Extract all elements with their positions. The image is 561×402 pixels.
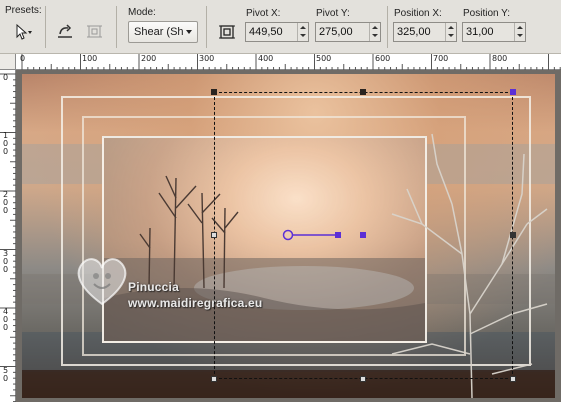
corner-handle-bottom-left[interactable] [211, 376, 217, 382]
horizontal-ruler[interactable]: 0 100 200 300 400 500 600 700 800 [16, 54, 561, 70]
ruler-label: 4 0 0 [3, 307, 9, 332]
center-handle-icon [360, 232, 366, 238]
position-x-stepper[interactable] [445, 23, 456, 41]
position-y-input[interactable] [463, 23, 513, 41]
ruler-label: 3 0 0 [3, 249, 9, 274]
ruler-label: 0 [20, 54, 26, 63]
toolbar-separator [45, 6, 46, 48]
position-y-label: Position Y: [463, 8, 511, 19]
apply-icon [87, 25, 102, 38]
ruler-label: 0 [3, 73, 9, 82]
corner-handle-bottom-right[interactable] [510, 376, 516, 382]
pivot-x-input[interactable] [246, 23, 296, 41]
position-x-input[interactable] [394, 23, 444, 41]
pivot-button[interactable] [214, 20, 240, 44]
corner-handle-top-right[interactable] [510, 89, 516, 95]
ruler-corner [0, 54, 16, 70]
toolbar-separator [387, 6, 388, 48]
edge-handle-left[interactable] [211, 232, 217, 238]
presets-dropdown[interactable] [10, 20, 36, 44]
rotation-knob-icon [335, 232, 341, 238]
presets-label: Presets: [5, 5, 42, 16]
pivot-point-icon [282, 229, 294, 241]
edge-handle-bottom[interactable] [360, 376, 366, 382]
ruler-label: 400 [258, 54, 274, 63]
position-y-stepper[interactable] [514, 23, 525, 41]
ruler-label: 200 [141, 54, 157, 63]
pick-tool-arrow-icon [16, 23, 32, 40]
toolbar-separator [116, 6, 117, 48]
pivot-x-stepper[interactable] [297, 23, 308, 41]
pivot-icon [219, 25, 235, 39]
ruler-label: 1 0 0 [3, 131, 9, 156]
heart-logo-icon [77, 258, 127, 306]
horizontal-ruler-ticks [21, 54, 561, 70]
toolbar-separator [206, 6, 207, 48]
position-y-field[interactable] [462, 22, 526, 42]
corner-handle-top-left[interactable] [211, 89, 217, 95]
ruler-label: 800 [492, 54, 508, 63]
edge-handle-top[interactable] [360, 89, 366, 95]
vertical-ruler[interactable]: 0 1 0 0 2 0 0 3 0 0 4 0 0 5 0 [0, 70, 16, 402]
pivot-y-stepper[interactable] [369, 23, 380, 41]
pivot-y-input[interactable] [316, 23, 368, 41]
chevron-down-icon [186, 30, 192, 34]
apply-button[interactable] [82, 20, 108, 44]
vertical-ruler-ticks [0, 73, 16, 402]
ruler-label: 600 [375, 54, 391, 63]
edge-handle-right[interactable] [510, 232, 516, 238]
watermark-name: Pinuccia [128, 280, 179, 294]
reset-transform-icon [58, 24, 72, 38]
ruler-label: 5 0 [3, 366, 9, 383]
canvas-workspace[interactable]: Pinuccia www.maidiregrafica.eu [16, 70, 561, 402]
mode-select[interactable]: Shear (Sh [128, 21, 198, 43]
tool-options-toolbar: Presets: Mode: Shear (Sh Pivot X: 449,50… [0, 0, 561, 54]
ruler-label: 300 [199, 54, 215, 63]
mode-select-value: Shear (Sh [134, 26, 184, 38]
pivot-x-label: Pivot X: [246, 8, 281, 19]
ruler-label: 2 0 0 [3, 190, 9, 215]
ruler-label: 700 [433, 54, 449, 63]
rotation-handle[interactable] [280, 226, 370, 244]
pivot-y-label: Pivot Y: [316, 8, 350, 19]
position-x-field[interactable] [393, 22, 457, 42]
position-x-label: Position X: [394, 8, 442, 19]
ruler-label: 100 [82, 54, 98, 63]
pivot-y-field[interactable] [315, 22, 381, 42]
reset-transform-button[interactable] [52, 20, 78, 44]
mode-label: Mode: [128, 7, 156, 18]
image-canvas[interactable]: Pinuccia www.maidiregrafica.eu [22, 74, 555, 398]
pivot-x-field[interactable] [245, 22, 309, 42]
ruler-label: 500 [316, 54, 332, 63]
